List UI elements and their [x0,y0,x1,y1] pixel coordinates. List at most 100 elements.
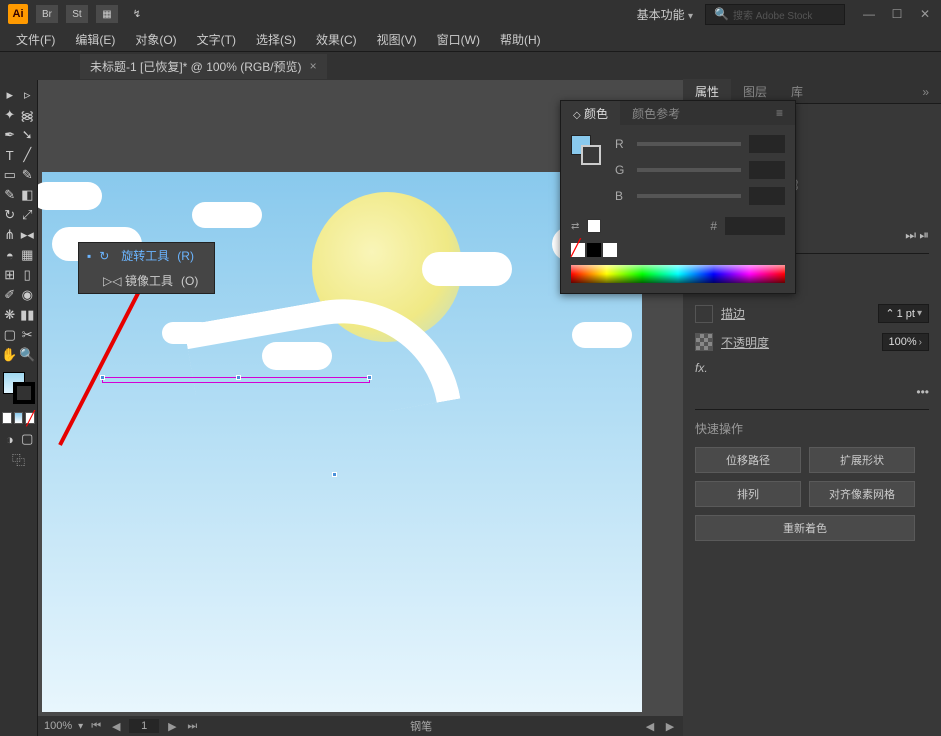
mesh-tool[interactable]: ⊞ [2,266,18,284]
hex-input[interactable] [725,217,785,235]
menu-select[interactable]: 选择(S) [248,29,304,50]
slice-tool[interactable]: ✂ [20,326,36,344]
menu-type[interactable]: 文字(T) [189,29,244,50]
scroll-left-icon[interactable]: ◀ [643,719,657,733]
stroke-weight-stepper[interactable]: ⌃1 pt▾ [878,304,929,323]
flyout-mirror-tool[interactable]: ▷◁ 镜像工具 (O) [79,268,214,293]
offset-path-button[interactable]: 位移路径 [695,447,801,473]
rotate-tool[interactable]: ↻ [2,206,18,224]
prev-artboard-icon[interactable]: ◀ [109,719,123,733]
color-mode-none[interactable]: ╱ [25,412,35,424]
pen-tool[interactable]: ✒ [2,126,18,144]
zoom-dropdown-icon[interactable]: ▾ [78,721,83,732]
magic-wand-tool[interactable]: ✦ [2,106,18,124]
menu-view[interactable]: 视图(V) [369,29,425,50]
arrange-button[interactable]: 排列 [695,481,801,507]
direct-selection-tool[interactable]: ▹ [20,86,36,104]
artboard-number[interactable]: 1 [129,719,159,733]
stock-icon[interactable]: St [66,5,88,23]
shaper-tool[interactable]: ✎ [2,186,18,204]
scroll-right-icon[interactable]: ▶ [663,719,677,733]
eraser-tool[interactable]: ◧ [20,186,36,204]
shape-builder-tool[interactable]: ◓ [2,246,18,264]
white-swatch[interactable] [603,243,617,257]
color-panel[interactable]: ◇ 颜色 颜色参考 ≡ R G B ⇄ # ╱ [560,100,796,294]
line-tool[interactable]: ╱ [20,146,36,164]
cloud-shape[interactable] [38,182,102,210]
draw-mode-icon[interactable]: ◑ [2,430,18,448]
maximize-button[interactable]: ☐ [889,6,905,22]
artboard-tool[interactable]: ▢ [2,326,18,344]
gradient-tool[interactable]: ▯ [20,266,36,284]
screen-mode-icon[interactable]: ▢ [20,430,36,448]
next-artboard-icon[interactable]: ▶ [165,719,179,733]
document-tab[interactable]: 未标题-1 [已恢复]* @ 100% (RGB/预览) × [80,54,327,79]
paintbrush-tool[interactable]: ✎ [20,166,36,184]
symbol-sprayer-tool[interactable]: ❋ [2,306,18,324]
color-mode-gradient[interactable] [14,412,24,424]
cloud-shape[interactable] [572,322,632,348]
opacity-label[interactable]: 不透明度 [721,334,769,351]
blend-tool[interactable]: ◉ [20,286,36,304]
cloud-shape[interactable] [422,252,512,286]
default-fill-icon[interactable] [587,219,601,233]
g-slider[interactable] [637,168,741,172]
workspace-selector[interactable]: 基本功能 ▾ [625,4,705,25]
more-appearance-icon[interactable]: ••• [916,385,929,399]
anchor-point[interactable] [332,472,337,477]
flyout-rotate-tool[interactable]: ▪ ↻ 旋转工具 (R) [79,243,214,268]
opacity-swatch[interactable] [695,333,713,351]
menu-object[interactable]: 对象(O) [127,29,184,50]
curvature-tool[interactable]: ➘ [20,126,36,144]
swap-fill-stroke-icon[interactable]: ⇄ [571,221,579,232]
recolor-button[interactable]: 重新着色 [695,515,915,541]
free-transform-tool[interactable]: ▸◂ [20,226,36,244]
tab-color[interactable]: ◇ 颜色 [561,101,620,126]
eyedropper-tool[interactable]: ✐ [2,286,18,304]
color-spectrum[interactable] [571,265,785,283]
width-tool[interactable]: ⋔ [2,226,18,244]
last-artboard-icon[interactable]: ⏭ [185,719,199,733]
color-mode-normal[interactable] [2,412,12,424]
perspective-tool[interactable]: ▦ [20,246,36,264]
rectangle-tool[interactable]: ▭ [2,166,18,184]
zoom-tool[interactable]: 🔍 [20,346,36,364]
g-value[interactable] [749,161,785,179]
type-tool[interactable]: T [2,146,18,164]
menu-edit[interactable]: 编辑(E) [67,29,123,50]
close-tab-icon[interactable]: × [310,59,317,73]
b-slider[interactable] [637,194,741,198]
tab-color-guide[interactable]: 颜色参考 [620,101,692,126]
minimize-button[interactable]: — [861,6,877,22]
none-swatch[interactable]: ╱ [571,243,585,257]
menu-file[interactable]: 文件(F) [8,29,63,50]
scale-tool[interactable]: ⤢ [20,206,36,224]
fill-stroke-swatch[interactable] [2,372,35,404]
menu-help[interactable]: 帮助(H) [492,29,549,50]
arrange-docs-icon[interactable]: ▦ [96,5,118,23]
more-transform-icon[interactable]: ⏭ ⏯ [905,228,929,242]
panel-menu-icon[interactable]: ≡ [764,102,795,124]
black-swatch[interactable] [587,243,601,257]
stroke-swatch[interactable] [695,305,713,323]
cloud-shape[interactable] [192,202,262,228]
graph-tool[interactable]: ▮▮ [20,306,36,324]
align-pixel-button[interactable]: 对齐像素网格 [809,481,915,507]
r-slider[interactable] [637,142,741,146]
zoom-level[interactable]: 100% [44,720,72,732]
panel-expand-icon[interactable]: » [910,81,941,103]
opacity-stepper[interactable]: 100% › [882,333,929,351]
fx-label[interactable]: fx. [695,361,708,375]
search-stock-input[interactable]: 🔍 搜索 Adobe Stock [705,4,845,25]
gpu-icon[interactable]: ↯ [126,5,148,23]
hand-tool[interactable]: ✋ [2,346,18,364]
screen-modes-icon[interactable]: ⿻ [3,450,35,468]
menu-effect[interactable]: 效果(C) [308,29,365,50]
selection-tool[interactable]: ▸ [2,86,18,104]
r-value[interactable] [749,135,785,153]
expand-shape-button[interactable]: 扩展形状 [809,447,915,473]
close-button[interactable]: ✕ [917,6,933,22]
first-artboard-icon[interactable]: ⏮ [89,719,103,733]
b-value[interactable] [749,187,785,205]
bridge-icon[interactable]: Br [36,5,58,23]
